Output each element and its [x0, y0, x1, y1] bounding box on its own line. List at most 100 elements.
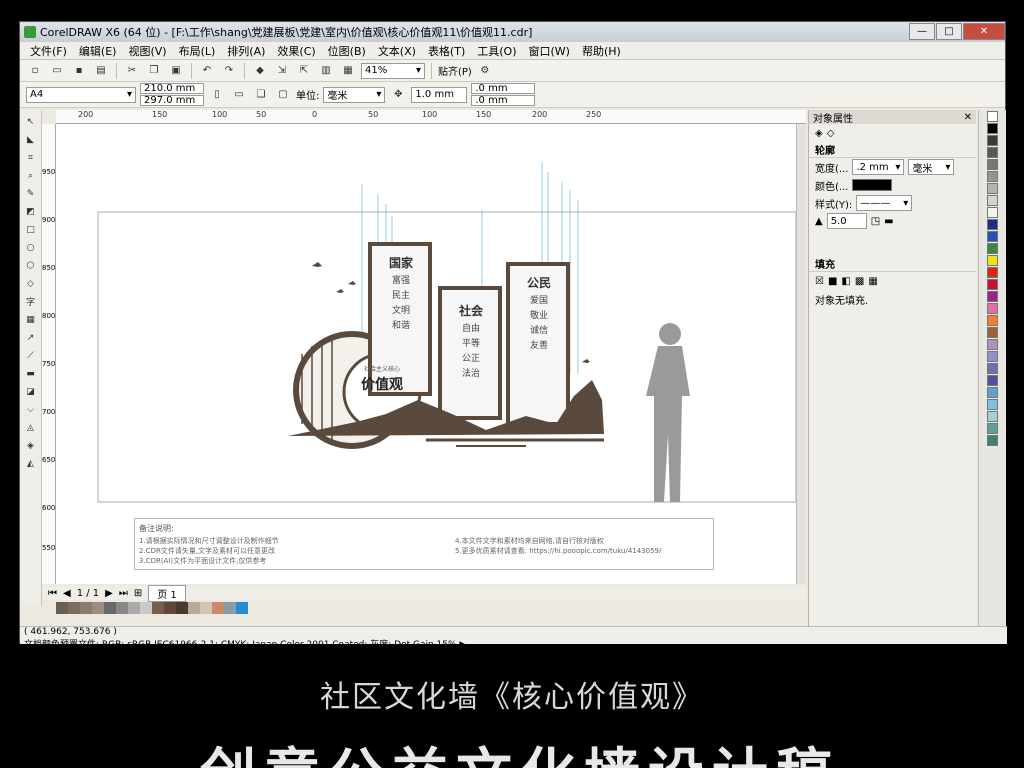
pick-tool-icon[interactable]: ↖ [23, 114, 39, 129]
palette-swatch[interactable] [987, 147, 998, 158]
cut-icon[interactable]: ✂ [123, 63, 141, 79]
connector-tool-icon[interactable]: ⟋ [23, 348, 39, 363]
publish-pdf-icon[interactable]: ▥ [317, 63, 335, 79]
document-palette-swatch[interactable] [152, 602, 164, 614]
copy-icon[interactable]: ❐ [145, 63, 163, 79]
palette-swatch[interactable] [987, 207, 998, 218]
menu-effects[interactable]: 效果(C) [271, 43, 321, 59]
fill-tab-icon[interactable]: ◇ [827, 128, 835, 139]
palette-swatch[interactable] [987, 183, 998, 194]
maximize-button[interactable]: □ [936, 23, 962, 40]
document-palette-swatch[interactable] [140, 602, 152, 614]
docker-close-icon[interactable]: ✕ [964, 112, 972, 123]
snap-to-dropdown[interactable]: 贴齐(P) [438, 63, 472, 78]
page-width-field[interactable]: 210.0 mm [140, 83, 204, 94]
document-palette[interactable] [56, 602, 248, 614]
palette-swatch[interactable] [987, 255, 998, 266]
miter-limit-field[interactable]: 5.0 [826, 213, 867, 229]
document-palette-swatch[interactable] [92, 602, 104, 614]
transparency-tool-icon[interactable]: ◪ [23, 384, 39, 399]
palette-swatch[interactable] [987, 327, 998, 338]
minimize-button[interactable]: — [909, 23, 935, 40]
menu-edit[interactable]: 编辑(E) [73, 43, 123, 59]
landscape-icon[interactable]: ▭ [230, 87, 248, 103]
document-palette-swatch[interactable] [104, 602, 116, 614]
import-icon[interactable]: ⇲ [273, 63, 291, 79]
palette-swatch[interactable] [987, 363, 998, 374]
undo-icon[interactable]: ↶ [198, 63, 216, 79]
table-tool-icon[interactable]: ▦ [23, 312, 39, 327]
basic-shapes-icon[interactable]: ◇ [23, 276, 39, 291]
menu-bitmaps[interactable]: 位图(B) [322, 43, 372, 59]
freehand-tool-icon[interactable]: ✎ [23, 186, 39, 201]
document-palette-swatch[interactable] [200, 602, 212, 614]
close-button[interactable]: ✕ [963, 23, 1005, 40]
search-content-icon[interactable]: ◆ [251, 63, 269, 79]
outline-color-swatch[interactable] [852, 179, 893, 191]
duplicate-y-field[interactable]: .0 mm [471, 95, 536, 106]
export-icon[interactable]: ⇱ [295, 63, 313, 79]
ellipse-tool-icon[interactable]: ○ [23, 240, 39, 255]
document-palette-swatch[interactable] [116, 602, 128, 614]
palette-swatch[interactable] [987, 303, 998, 314]
open-icon[interactable]: ▭ [48, 63, 66, 79]
no-fill-icon[interactable]: ☒ [815, 276, 824, 287]
palette-swatch[interactable] [987, 279, 998, 290]
color-palette[interactable] [978, 110, 1006, 626]
palette-swatch[interactable] [987, 219, 998, 230]
crop-tool-icon[interactable]: ⌗ [23, 150, 39, 165]
print-icon[interactable]: ▤ [92, 63, 110, 79]
palette-swatch[interactable] [987, 339, 998, 350]
palette-swatch[interactable] [987, 267, 998, 278]
rectangle-tool-icon[interactable]: □ [23, 222, 39, 237]
menu-text[interactable]: 文本(X) [372, 43, 422, 59]
zoom-select[interactable]: 41% ▾ [361, 62, 425, 79]
save-icon[interactable]: ▪ [70, 63, 88, 79]
corner-join-icon[interactable]: ◳ [871, 216, 880, 227]
outline-style-select[interactable]: ——— ▾ [856, 195, 913, 211]
palette-swatch[interactable] [987, 195, 998, 206]
first-page-icon[interactable]: ⏮ [48, 588, 57, 599]
redo-icon[interactable]: ↷ [220, 63, 238, 79]
uniform-fill-icon[interactable]: ■ [828, 276, 837, 287]
menu-tools[interactable]: 工具(O) [471, 43, 522, 59]
document-palette-swatch[interactable] [128, 602, 140, 614]
text-tool-icon[interactable]: 字 [23, 294, 39, 309]
outline-tab-icon[interactable]: ◈ [815, 128, 823, 139]
smart-fill-icon[interactable]: ◩ [23, 204, 39, 219]
pattern-fill-icon[interactable]: ▩ [855, 276, 864, 287]
line-cap-icon[interactable]: ▬ [884, 216, 893, 227]
vertical-scrollbar[interactable] [796, 124, 806, 584]
page-height-field[interactable]: 297.0 mm [140, 95, 204, 106]
palette-swatch[interactable] [987, 423, 998, 434]
palette-swatch[interactable] [987, 399, 998, 410]
palette-swatch[interactable] [987, 375, 998, 386]
new-icon[interactable]: ▫ [26, 63, 44, 79]
menu-arrange[interactable]: 排列(A) [221, 43, 271, 59]
palette-swatch[interactable] [987, 435, 998, 446]
outline-unit-select[interactable]: 毫米 ▾ [908, 159, 955, 175]
duplicate-x-field[interactable]: .0 mm [471, 83, 536, 94]
palette-swatch[interactable] [987, 411, 998, 422]
menu-layout[interactable]: 布局(L) [173, 43, 222, 59]
document-palette-swatch[interactable] [164, 602, 176, 614]
palette-swatch[interactable] [987, 135, 998, 146]
zoom-tool-icon[interactable]: ⌕ [23, 168, 39, 183]
document-palette-swatch[interactable] [56, 602, 68, 614]
page-tab[interactable]: 页 1 [148, 584, 186, 602]
document-palette-swatch[interactable] [80, 602, 92, 614]
page-size-select[interactable]: A4 ▾ [26, 86, 136, 103]
portrait-icon[interactable]: ▯ [208, 87, 226, 103]
palette-swatch[interactable] [987, 291, 998, 302]
add-page-icon[interactable]: ⊞ [134, 588, 142, 599]
all-pages-icon[interactable]: ❏ [252, 87, 270, 103]
options-icon[interactable]: ⚙ [476, 63, 494, 79]
menu-view[interactable]: 视图(V) [122, 43, 172, 59]
menu-table[interactable]: 表格(T) [422, 43, 471, 59]
palette-swatch[interactable] [987, 243, 998, 254]
paste-icon[interactable]: ▣ [167, 63, 185, 79]
palette-swatch[interactable] [987, 315, 998, 326]
prev-page-icon[interactable]: ◀ [63, 588, 71, 599]
drawing-canvas[interactable]: 国家 富强 民主 文明 和谐 社会 自由 平等 公正 法治 公民 爱国 敬业 诚… [56, 124, 796, 584]
document-palette-swatch[interactable] [212, 602, 224, 614]
